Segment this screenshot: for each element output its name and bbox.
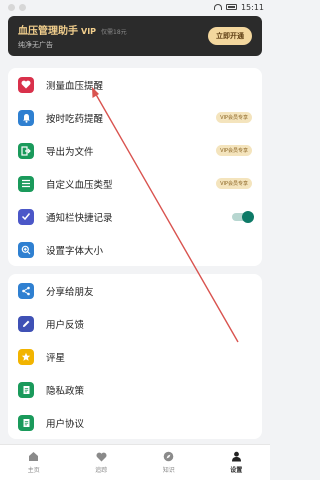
menu-item-font-size[interactable]: 设置字体大小 xyxy=(8,233,262,266)
status-time: 15:11 xyxy=(240,2,264,12)
vip-only-tag: VIP会员专享 xyxy=(216,112,252,123)
menu-item-medicine-reminder[interactable]: 按时吃药提醒 VIP会员专享 xyxy=(8,101,262,134)
person-icon xyxy=(231,451,242,462)
checkbox-icon xyxy=(18,208,34,225)
menu-item-label: 通知栏快捷记录 xyxy=(46,212,113,224)
menu-item-export-file[interactable]: 导出为文件 VIP会员专享 xyxy=(8,134,262,167)
status-left xyxy=(8,3,26,11)
menu-item-notification-quick-record[interactable]: 通知栏快捷记录 xyxy=(8,200,262,233)
heart-icon xyxy=(18,76,34,93)
tab-label: 设置 xyxy=(230,467,243,474)
menu-item-label: 按时吃药提醒 xyxy=(46,113,104,125)
export-icon xyxy=(18,142,34,159)
heart-icon xyxy=(96,451,107,462)
menu-item-label: 分享给朋友 xyxy=(46,286,94,298)
menu-item-label: 导出为文件 xyxy=(46,146,94,158)
menu-item-label: 评星 xyxy=(46,352,66,364)
zoom-icon xyxy=(18,241,34,258)
vip-banner[interactable]: 血压管理助手 VIP 仅需18元 纯净无广告 立即开通 xyxy=(8,16,262,56)
vip-price-note: 仅需18元 xyxy=(101,29,127,36)
tab-home[interactable]: 主页 xyxy=(0,445,68,480)
menu-item-label: 隐私政策 xyxy=(46,385,85,397)
menu-item-privacy-policy[interactable]: 隐私政策 xyxy=(8,373,262,406)
pencil-icon xyxy=(18,315,34,332)
vip-texts: 血压管理助手 VIP 仅需18元 纯净无广告 xyxy=(18,22,127,50)
wifi-icon xyxy=(213,4,222,10)
vip-only-tag: VIP会员专享 xyxy=(216,145,252,156)
bottom-tab-bar: 主页 追踪 知识 设置 xyxy=(0,444,270,480)
menu-item-blood-pressure-reminder[interactable]: 测量血压提醒 xyxy=(8,68,262,101)
share-icon xyxy=(18,282,34,299)
settings-card-about: 分享给朋友 用户反馈 评星 隐私政策 用户协议 xyxy=(8,274,262,439)
tab-tracking[interactable]: 追踪 xyxy=(68,445,136,480)
vip-title-line: 血压管理助手 VIP 仅需18元 xyxy=(18,22,127,37)
menu-item-label: 测量血压提醒 xyxy=(46,80,104,92)
vip-subtitle: 纯净无广告 xyxy=(18,41,53,49)
star-icon xyxy=(18,348,34,365)
document-icon xyxy=(18,414,34,431)
menu-item-label: 自定义血压类型 xyxy=(46,179,113,191)
menu-item-feedback[interactable]: 用户反馈 xyxy=(8,307,262,340)
status-bar: 15:11 xyxy=(0,0,270,14)
menu-item-rate[interactable]: 评星 xyxy=(8,340,262,373)
menu-item-label: 用户反馈 xyxy=(46,319,85,331)
home-icon xyxy=(28,451,39,462)
menu-item-user-agreement[interactable]: 用户协议 xyxy=(8,406,262,439)
list-icon xyxy=(18,175,34,192)
battery-icon xyxy=(225,4,237,10)
menu-item-label: 设置字体大小 xyxy=(46,245,104,257)
menu-item-custom-bp-type[interactable]: 自定义血压类型 VIP会员专享 xyxy=(8,167,262,200)
tab-knowledge[interactable]: 知识 xyxy=(135,445,203,480)
vip-open-button[interactable]: 立即开通 xyxy=(208,27,252,45)
bell-icon xyxy=(18,109,34,126)
compass-icon xyxy=(163,451,174,462)
notification-dot-icon xyxy=(8,3,15,11)
vip-badge: VIP xyxy=(81,27,97,36)
menu-item-share[interactable]: 分享给朋友 xyxy=(8,274,262,307)
vip-only-tag: VIP会员专享 xyxy=(216,178,252,189)
tab-settings[interactable]: 设置 xyxy=(203,445,271,480)
document-icon xyxy=(18,381,34,398)
vip-title: 血压管理助手 xyxy=(18,26,78,37)
notification-toggle[interactable] xyxy=(232,210,254,223)
notification-dot-icon xyxy=(19,3,26,11)
menu-item-label: 用户协议 xyxy=(46,418,85,430)
status-right: 15:11 xyxy=(213,2,264,12)
settings-card-features: 测量血压提醒 按时吃药提醒 VIP会员专享 导出为文件 VIP会员专享 自定义血… xyxy=(8,68,262,266)
tab-label: 知识 xyxy=(162,467,175,474)
tab-label: 追踪 xyxy=(95,467,108,474)
tab-label: 主页 xyxy=(27,467,40,474)
